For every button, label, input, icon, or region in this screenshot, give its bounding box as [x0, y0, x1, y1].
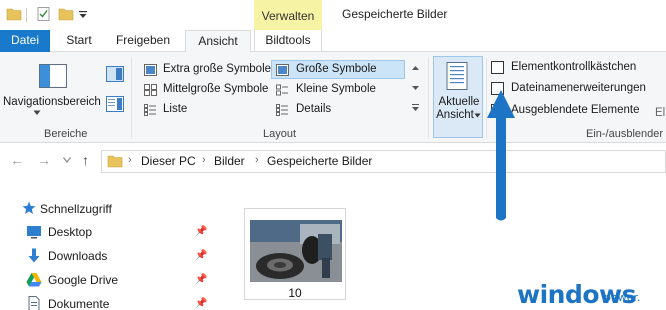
preview-pane-icon[interactable] — [106, 66, 124, 82]
window-title: Gespeicherte Bilder — [342, 7, 448, 21]
medium-icons-icon — [144, 84, 157, 96]
layout-details[interactable]: Details — [296, 103, 331, 115]
layout-list[interactable]: Liste — [163, 103, 187, 115]
breadcrumb-separator[interactable]: › — [255, 154, 259, 166]
list-icon — [144, 104, 156, 116]
google-drive-icon — [26, 273, 42, 287]
watermark-logo-suffix: power. — [604, 291, 641, 304]
details-icon — [276, 104, 288, 116]
small-icons-icon — [276, 84, 288, 96]
pin-icon[interactable]: 📌 — [195, 274, 207, 285]
layout-medium-icons[interactable]: Mittelgroße Symbole — [163, 83, 268, 95]
ribbon-view: Navigationsbereich Bereiche Extra große … — [0, 52, 666, 143]
breadcrumb-separator[interactable]: › — [202, 154, 206, 166]
nav-item-google-drive[interactable]: Google Drive — [48, 273, 118, 287]
layout-small-icons[interactable]: Kleine Symbole — [296, 83, 376, 95]
chevron-down-icon[interactable] — [33, 110, 41, 116]
star-icon — [22, 201, 36, 214]
tab-picture-tools[interactable]: Bildtools — [254, 30, 322, 52]
title-bar: Verwalten Gespeicherte Bilder — [0, 0, 666, 30]
downloads-icon — [28, 248, 40, 263]
up-arrow-icon[interactable]: ↑ — [82, 152, 89, 168]
tab-view[interactable]: Ansicht — [185, 30, 251, 53]
ribbon-tab-row: Datei Start Freigeben Ansicht Bildtools — [0, 30, 666, 53]
file-extensions-label[interactable]: Dateinamenerweiterungen — [511, 82, 646, 94]
current-view-icon[interactable] — [444, 62, 470, 90]
tab-start[interactable]: Start — [58, 30, 100, 52]
group-separator — [428, 58, 429, 138]
extra-large-icons-icon — [144, 64, 157, 76]
pin-icon[interactable]: 📌 — [195, 250, 207, 261]
folder-icon[interactable] — [6, 7, 22, 21]
pin-icon[interactable]: 📌 — [195, 298, 207, 309]
nav-item-desktop[interactable]: Desktop — [48, 225, 92, 239]
item-checkboxes-label[interactable]: Elementkontrollkästchen — [511, 61, 636, 73]
context-tab-manage[interactable]: Verwalten — [254, 0, 322, 30]
navigation-pane-icon[interactable] — [39, 64, 67, 88]
nav-quick-access[interactable]: Schnellzugriff — [40, 202, 112, 216]
back-arrow-icon[interactable]: ← — [10, 152, 24, 168]
customize-quick-access-icon[interactable] — [78, 7, 88, 21]
layout-extra-large-icons[interactable]: Extra große Symbole — [163, 63, 271, 75]
current-view-label-2[interactable]: Ansicht — [434, 109, 476, 121]
desktop-icon — [27, 226, 41, 239]
breadcrumb-pictures[interactable]: Bilder — [214, 154, 245, 168]
folder-icon — [107, 155, 123, 168]
tab-file[interactable]: Datei — [0, 30, 50, 52]
navigation-pane-label[interactable]: Navigationsbereich — [3, 96, 101, 108]
pin-icon[interactable]: 📌 — [195, 226, 207, 237]
quick-access-separator — [26, 8, 27, 22]
image-thumbnail[interactable] — [250, 220, 342, 282]
breadcrumb-separator[interactable]: › — [128, 154, 132, 166]
large-icons-icon — [276, 64, 289, 76]
group-label-show-hide: Ein-/ausblender — [586, 128, 664, 140]
breadcrumb-saved-pictures[interactable]: Gespeicherte Bilder — [267, 154, 372, 168]
annotation-arrow-icon — [487, 90, 515, 221]
hidden-items-label[interactable]: Ausgeblendete Elemente — [511, 104, 640, 116]
documents-icon — [28, 296, 40, 310]
nav-item-downloads[interactable]: Downloads — [48, 249, 107, 263]
file-name[interactable]: 10 — [244, 286, 346, 300]
group-label-panes: Bereiche — [44, 128, 88, 140]
cut-off-label[interactable]: El — [655, 107, 665, 119]
group-separator — [131, 58, 132, 138]
item-checkboxes-checkbox[interactable] — [491, 61, 504, 74]
details-pane-icon[interactable] — [106, 96, 124, 112]
properties-icon[interactable] — [36, 7, 52, 21]
breadcrumb-this-pc[interactable]: Dieser PC — [141, 154, 196, 168]
chevron-down-icon[interactable] — [474, 113, 481, 118]
recent-locations-chevron-icon[interactable] — [63, 157, 71, 163]
layout-large-icons[interactable]: Große Symbole — [296, 63, 377, 75]
tab-share[interactable]: Freigeben — [108, 30, 178, 52]
forward-arrow-icon[interactable]: → — [37, 152, 51, 168]
layout-scroll-arrows-icon[interactable] — [411, 64, 420, 114]
group-label-layout: Layout — [263, 128, 297, 140]
current-view-label-1[interactable]: Aktuelle — [438, 96, 480, 108]
nav-item-documents[interactable]: Dokumente — [48, 297, 109, 310]
new-folder-icon[interactable] — [58, 7, 74, 21]
